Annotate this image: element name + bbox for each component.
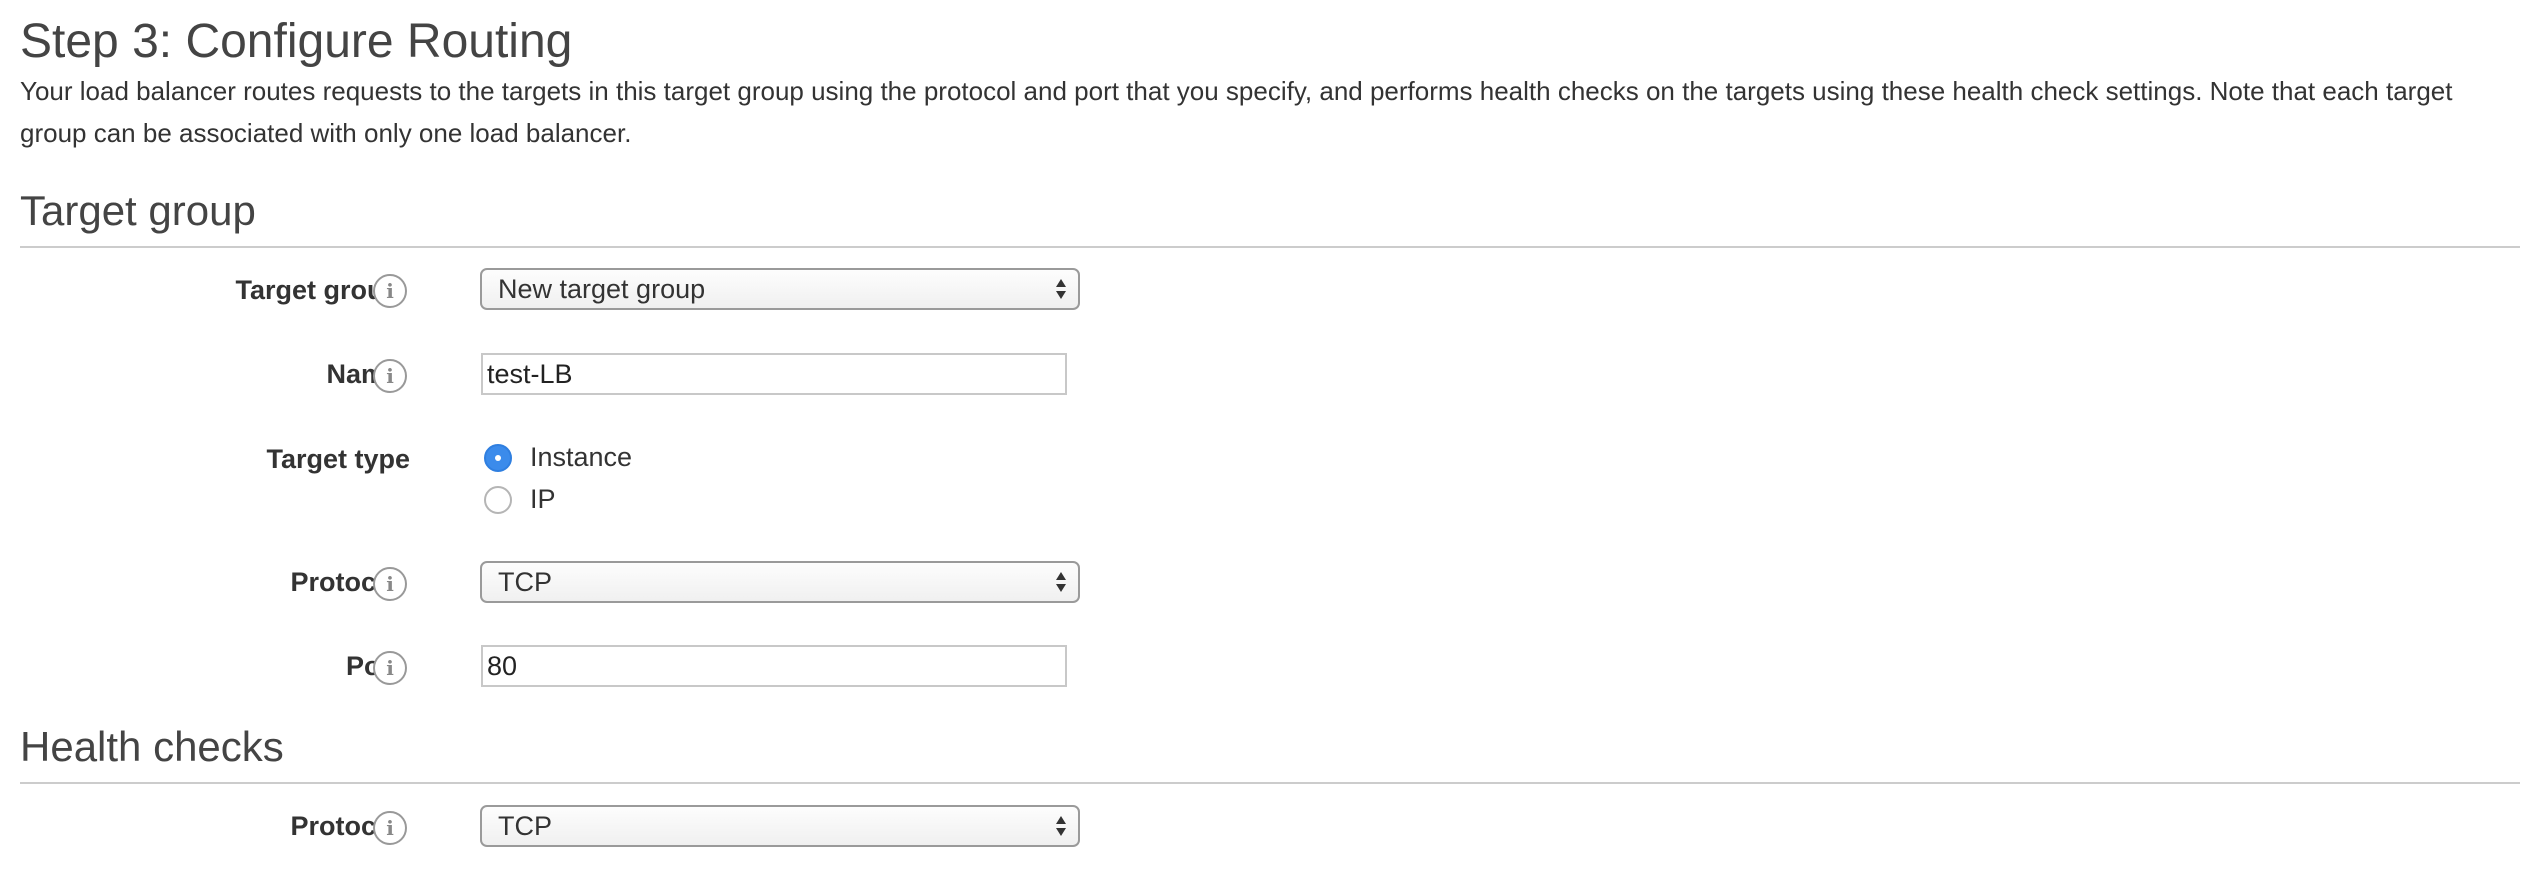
- target-type-label: Target type: [266, 444, 410, 474]
- target-type-instance-label[interactable]: Instance: [530, 439, 632, 475]
- port-input[interactable]: [481, 645, 1067, 687]
- select-arrows-icon: [1056, 279, 1066, 299]
- select-arrows-icon: [1056, 572, 1066, 592]
- info-icon[interactable]: i: [373, 811, 407, 845]
- page-title: Step 3: Configure Routing: [20, 15, 573, 68]
- name-input[interactable]: [481, 353, 1067, 395]
- section-divider: [20, 782, 2520, 784]
- target-type-instance-radio[interactable]: [484, 444, 512, 472]
- health-check-protocol-select[interactable]: TCP: [480, 805, 1080, 847]
- info-icon[interactable]: i: [373, 274, 407, 308]
- section-divider: [20, 246, 2520, 248]
- protocol-select-value: TCP: [498, 567, 552, 597]
- health-check-protocol-select-value: TCP: [498, 811, 552, 841]
- protocol-select[interactable]: TCP: [480, 561, 1080, 603]
- target-group-label: Target group: [235, 275, 401, 305]
- target-type-ip-label[interactable]: IP: [530, 481, 556, 517]
- select-arrows-icon: [1056, 816, 1066, 836]
- section-title-target-group: Target group: [20, 187, 256, 234]
- info-icon[interactable]: i: [373, 567, 407, 601]
- port-label: Port: [0, 648, 400, 684]
- protocol-label: Protocol: [290, 567, 400, 597]
- health-check-protocol-label: Protocol: [290, 811, 400, 841]
- info-icon[interactable]: i: [373, 359, 407, 393]
- section-title-health-checks: Health checks: [20, 723, 284, 770]
- target-type-ip-radio[interactable]: [484, 486, 512, 514]
- name-label: Name: [326, 359, 400, 389]
- target-group-select[interactable]: New target group: [480, 268, 1080, 310]
- page-description: Your load balancer routes requests to th…: [20, 76, 2453, 148]
- target-group-select-value: New target group: [498, 274, 706, 304]
- info-icon[interactable]: i: [373, 651, 407, 685]
